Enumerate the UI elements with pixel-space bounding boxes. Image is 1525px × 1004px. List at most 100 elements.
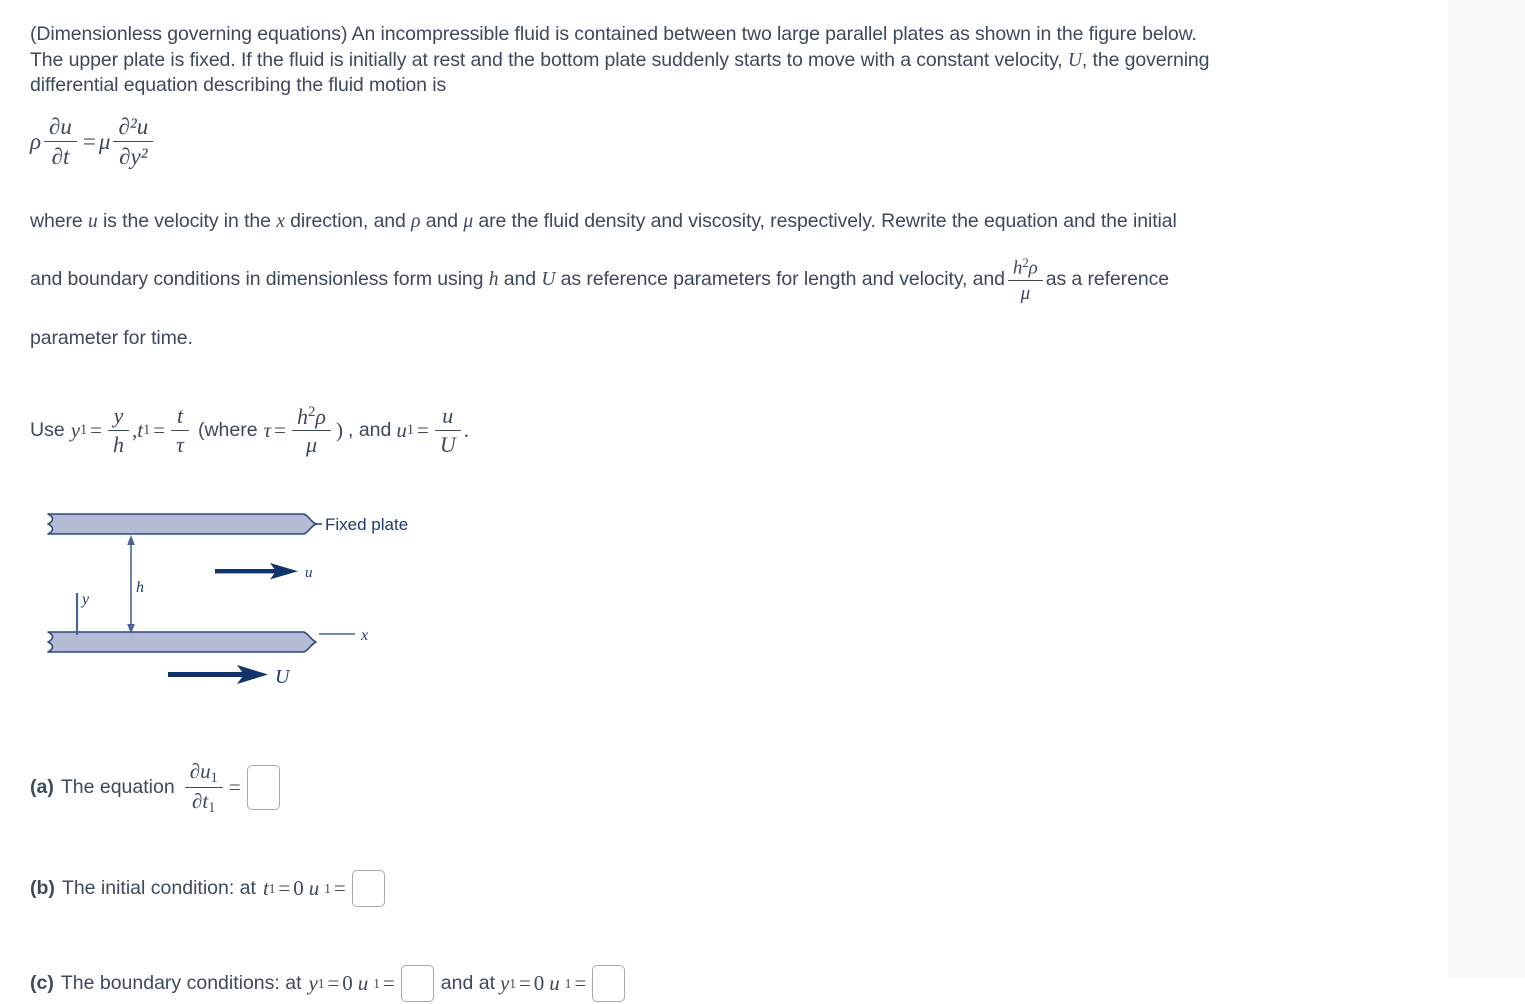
part-a-frac-num: ∂u1 [185,758,223,787]
part-b-t1-sub: 1 [268,880,276,896]
part-c-marker: (c) [30,972,54,995]
symbol-U: U [541,269,556,291]
ref-frac-denominator: μ [1007,279,1043,304]
where-text-g: and [503,268,536,291]
use-y1: y [70,418,81,443]
where-text-e: are the fluid density and viscosity, res… [478,209,1177,232]
use-f4-den: U [434,429,461,458]
part-a-answer-input[interactable] [246,765,280,811]
ref-rho: ρ [1028,257,1038,279]
part-a-frac-den: ∂t1 [184,786,223,816]
h-dimension-arrow [127,534,135,634]
upper-plate [47,512,317,535]
part-c-zero-1: 0 [342,971,353,996]
part-b-answer-input[interactable] [351,870,385,908]
intro-line-2a: The upper plate is fixed. If the fluid i… [30,48,1063,71]
part-b-zero: 0 [293,876,304,901]
eq-equals: = [82,128,96,154]
part-a-marker: (a) [30,776,54,799]
intro-line-3: differential equation describing the flu… [30,74,447,96]
part-c-u1b: u [549,971,560,996]
where-line-3: parameter for time. [30,327,193,350]
part-c-and-at: and at [440,972,495,995]
part-c-y1b: y [499,971,510,996]
U-velocity-arrow [168,664,268,684]
where-line-2: and boundary conditions in dimensionless… [30,255,1430,304]
use-f3-h: h [296,403,308,429]
use-f3-num: h2ρ [292,404,331,430]
use-fraction-u-over-U: u U [434,403,461,458]
where-text-b: is the velocity in the [102,209,271,232]
part-a-den-sub: 1 [208,799,216,816]
part-c-answer-input-1[interactable] [400,965,434,1003]
use-equals-4: = [417,418,429,443]
use-y1-sub: 1 [80,422,88,439]
symbol-h: h [488,269,499,291]
part-c-u1-sub: 1 [373,975,380,991]
use-f1-num: y [113,403,124,429]
use-u1: u [396,418,407,443]
part-a-num-sub: 1 [210,769,218,786]
where-text-c: direction, and [290,209,406,232]
part-c-equals-4: = [574,971,587,996]
use-f3-rho: ρ [315,403,326,429]
part-c-equals-3: = [518,971,531,996]
parallel-plates-figure: h y x u U Fixed plate [30,504,460,699]
u-velocity-arrow [215,562,298,580]
part-b-u1: u [308,876,320,901]
problem-content: (Dimensionless governing equations) An i… [30,22,1430,1004]
use-and: , and [347,419,392,442]
part-a-den-dt: ∂t [192,788,209,813]
problem-page: (Dimensionless governing equations) An i… [0,0,1448,1003]
eq-rhs-fraction: ∂²u ∂y² [113,114,154,170]
fixed-plate-label: Fixed plate [325,515,408,534]
part-a: (a) The equation ∂u1 ∂t1 = [30,751,1430,825]
symbol-rho: ρ [411,210,421,232]
use-close-paren: ) [335,418,343,443]
part-c-equals-2: = [382,971,395,996]
use-where-open: (where [197,419,258,442]
use-fraction-y-over-h: y h [108,403,129,458]
use-equals-2: = [153,418,166,443]
part-a-num-du: ∂u [189,758,211,783]
part-c: (c) The boundary conditions: at y1 = 0 u… [30,964,1430,1004]
governing-equation: ρ ∂u ∂t = μ ∂²u ∂y² [30,105,1430,179]
part-b-equals-1: = [278,876,291,901]
part-b-equals-2: = [333,876,346,901]
eq-lhs-fraction: ∂u ∂t [44,114,77,170]
use-equals-3: = [274,418,286,443]
ref-h: h [1012,257,1023,279]
part-c-y1: y [308,971,318,996]
eq-lhs-denominator: ∂t [44,140,77,170]
part-c-zero-2: 0 [533,971,545,996]
x-axis-label: x [360,627,368,644]
intro-paragraph: (Dimensionless governing equations) An i… [30,22,1430,99]
right-side-panel [1448,0,1525,979]
symbol-x: x [276,210,285,232]
y-axis-label: y [80,591,90,608]
u-velocity-label: u [305,565,313,581]
use-tau: τ [263,418,272,443]
h-dimension-label: h [136,579,144,596]
intro-line-2b: , the governing [1081,48,1210,71]
symbol-mu: μ [463,210,474,232]
intro-line-1: (Dimensionless governing equations) An i… [30,23,1197,45]
use-f2-den: τ [171,429,189,458]
use-f1-den: h [108,429,129,458]
part-b-u1-sub: 1 [324,880,331,896]
where-line-1: where u is the velocity in the x directi… [30,209,1430,235]
part-c-y1-sub: 1 [317,975,325,991]
part-c-answer-input-2[interactable] [592,965,626,1003]
use-equals-1: = [90,418,102,443]
figure-svg: h y x u U Fixed plate [47,512,408,688]
where-paragraph: where u is the velocity in the x directi… [30,209,1430,352]
use-period: . [463,418,469,443]
part-a-derivative-fraction: ∂u1 ∂t1 [184,758,223,816]
part-a-text: The equation [60,776,175,799]
ref-frac-numerator: h2ρ [1008,255,1043,280]
reference-time-fraction: h2ρ μ [1007,255,1043,304]
use-f2-num: t [176,403,184,429]
lower-plate [47,630,317,653]
eq-rhs-denominator: ∂y² [113,140,154,170]
where-text-h: as reference parameters for length and v… [560,268,1005,291]
